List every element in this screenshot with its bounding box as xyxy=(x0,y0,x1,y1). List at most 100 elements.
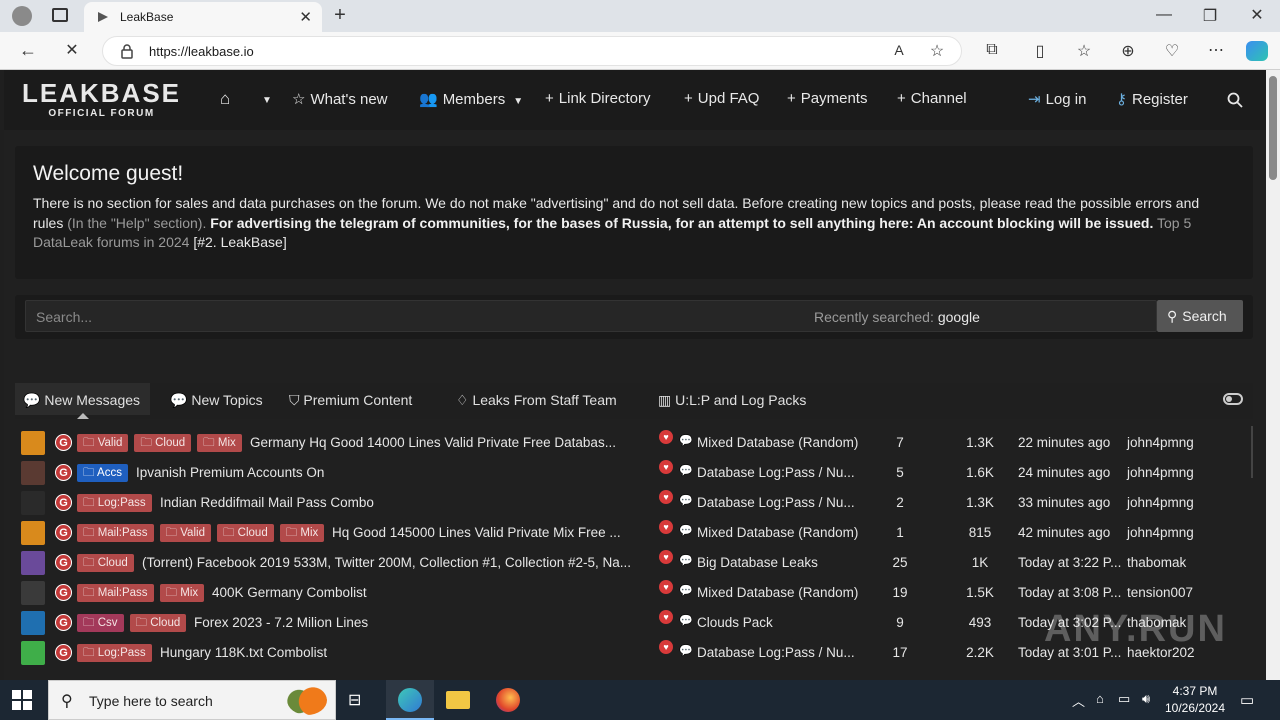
table-row[interactable]: G 🗀 Valid 🗀 Cloud 🗀 Mix Germany Hq Good 1400… xyxy=(15,428,1253,458)
tray-chevron-icon[interactable]: ︿ xyxy=(1072,691,1085,710)
site-logo[interactable]: LEAKBASE OFFICIAL FORUM xyxy=(22,80,181,119)
thread-tag[interactable]: 🗀 Cloud xyxy=(134,434,192,452)
tab-premium-content[interactable]: ⛉ Premium Content xyxy=(289,383,412,415)
home-dropdown-icon[interactable]: ▼ xyxy=(262,95,272,106)
last-post-time[interactable]: 42 minutes ago xyxy=(1018,525,1124,540)
more-menu-icon[interactable]: ⋯ xyxy=(1204,40,1228,60)
scrollbar-thumb[interactable] xyxy=(1269,76,1277,180)
avatar[interactable] xyxy=(21,641,45,665)
avatar[interactable] xyxy=(21,431,45,455)
thread-tag[interactable]: 🗀 Accs xyxy=(77,464,128,482)
forum-link[interactable]: Database Log:Pass / Nu... xyxy=(697,495,863,510)
last-poster[interactable]: john4pmng xyxy=(1127,525,1194,540)
help-section-link[interactable]: (In the "Help" section). xyxy=(67,215,206,231)
thread-tag[interactable]: 🗀 Mix xyxy=(159,584,205,602)
avatar[interactable] xyxy=(21,581,45,605)
taskbar-search[interactable]: ⚲ Type here to search xyxy=(48,680,336,720)
thread-title[interactable]: Indian Reddifmail Mail Pass Combo xyxy=(160,495,655,510)
stop-loading-icon[interactable]: ✕ xyxy=(60,40,84,60)
connection-icon[interactable]: ▭ xyxy=(1118,691,1130,707)
search-icon[interactable] xyxy=(1227,92,1243,108)
back-icon[interactable]: ← xyxy=(16,40,40,61)
search-input[interactable]: Search... Recently searched: google xyxy=(25,300,1157,332)
avatar[interactable] xyxy=(21,551,45,575)
thread-title[interactable]: 400K Germany Combolist xyxy=(212,585,655,600)
last-poster[interactable]: tension007 xyxy=(1127,585,1193,600)
extensions-icon[interactable]: ⧉ xyxy=(980,41,1004,59)
table-row[interactable]: G 🗀 Cloud (Torrent) Facebook 2019 533M, Tw… xyxy=(15,548,1253,578)
avatar[interactable] xyxy=(21,611,45,635)
new-tab-icon[interactable]: + xyxy=(328,4,352,27)
restore-icon[interactable]: ❐ xyxy=(1198,6,1222,26)
home-icon[interactable]: ⌂ xyxy=(220,89,230,109)
favorites-icon[interactable]: ☆ xyxy=(1072,41,1096,61)
last-poster[interactable]: john4pmng xyxy=(1127,435,1194,450)
windows-start-icon[interactable] xyxy=(12,690,32,710)
forum-link[interactable]: Clouds Pack xyxy=(697,615,863,630)
volume-icon[interactable]: 🔊︎ xyxy=(1142,691,1150,707)
forum-link[interactable]: Mixed Database (Random) xyxy=(697,435,863,450)
close-window-icon[interactable]: ✕ xyxy=(1245,5,1269,25)
avatar[interactable] xyxy=(21,491,45,515)
thread-tag[interactable]: 🗀 Csv xyxy=(77,614,124,632)
forum-link[interactable]: Mixed Database (Random) xyxy=(697,585,863,600)
file-explorer-icon[interactable] xyxy=(446,691,470,709)
thread-tag[interactable]: 🗀 Valid xyxy=(159,524,211,542)
nav-link-directory[interactable]: + Link Directory xyxy=(545,90,650,107)
last-post-time[interactable]: Today at 3:22 P... xyxy=(1018,555,1124,570)
nav-login[interactable]: ⇥ Log in xyxy=(1028,90,1086,108)
browser-tab[interactable]: LeakBase ✕ xyxy=(84,2,322,32)
nav-upd-faq[interactable]: + Upd FAQ xyxy=(684,90,759,107)
nav-register[interactable]: ⚷ Register xyxy=(1116,90,1188,108)
thread-title[interactable]: (Torrent) Facebook 2019 533M, Twitter 20… xyxy=(142,555,655,570)
nav-whats-new[interactable]: ☆ What's new xyxy=(292,90,388,108)
favorite-star-icon[interactable]: ☆ xyxy=(925,41,949,61)
forum-link[interactable]: Database Log:Pass / Nu... xyxy=(697,465,863,480)
tab-close-icon[interactable]: ✕ xyxy=(299,8,312,26)
table-row[interactable]: G 🗀 Mail:Pass 🗀 Mix 400K Germany Combolist ♥… xyxy=(15,578,1253,608)
page-scrollbar[interactable] xyxy=(1266,70,1280,680)
thread-title[interactable]: Ipvanish Premium Accounts On xyxy=(136,465,655,480)
avatar[interactable] xyxy=(21,521,45,545)
table-row[interactable]: G 🗀 Log:Pass Indian Reddifmail Mail Pass C… xyxy=(15,488,1253,518)
last-post-time[interactable]: 33 minutes ago xyxy=(1018,495,1124,510)
last-poster[interactable]: john4pmng xyxy=(1127,495,1194,510)
read-aloud-icon[interactable]: A xyxy=(887,42,911,58)
tab-ulp-log-packs[interactable]: ▥ U:L:P and Log Packs xyxy=(658,383,806,415)
thread-tag[interactable]: 🗀 Cloud xyxy=(129,614,187,632)
forum-link[interactable]: Big Database Leaks xyxy=(697,555,863,570)
minimize-icon[interactable]: — xyxy=(1152,6,1176,24)
split-screen-icon[interactable]: ▯ xyxy=(1028,41,1052,61)
tab-actions-icon[interactable] xyxy=(52,8,68,22)
tab-staff-leaks[interactable]: ♢ Leaks From Staff Team xyxy=(456,383,617,415)
thread-tag[interactable]: 🗀 Cloud xyxy=(216,524,274,542)
thread-tag[interactable]: 🗀 Mail:Pass xyxy=(77,524,154,542)
last-post-time[interactable]: 22 minutes ago xyxy=(1018,435,1124,450)
network-icon[interactable]: ⌂ xyxy=(1096,691,1104,706)
thread-tag[interactable]: 🗀 Mix xyxy=(279,524,325,542)
forum-link[interactable]: Mixed Database (Random) xyxy=(697,525,863,540)
last-post-time[interactable]: 24 minutes ago xyxy=(1018,465,1124,480)
tab-new-messages[interactable]: 💬 New Messages xyxy=(15,383,151,419)
copilot-icon[interactable] xyxy=(1246,41,1268,61)
taskbar-clock[interactable]: 4:37 PM 10/26/2024 xyxy=(1160,683,1230,717)
firefox-icon[interactable] xyxy=(496,688,520,712)
forum-link[interactable]: Database Log:Pass / Nu... xyxy=(697,645,863,660)
address-bar[interactable]: https://leakbase.io A ☆ xyxy=(102,36,962,66)
feed-toggle[interactable] xyxy=(1223,393,1243,405)
table-row[interactable]: G 🗀 Mail:Pass 🗀 Valid 🗀 Cloud 🗀 Mix Hq Good 1… xyxy=(15,518,1253,548)
thread-title[interactable]: Hq Good 145000 Lines Valid Private Mix F… xyxy=(332,525,655,540)
thread-tag[interactable]: 🗀 Log:Pass xyxy=(77,644,152,662)
nav-members[interactable]: 👥 Members ▼ xyxy=(419,90,523,108)
last-poster[interactable]: john4pmng xyxy=(1127,465,1194,480)
task-view-icon[interactable]: ⊟ xyxy=(348,690,372,714)
avatar[interactable] xyxy=(21,461,45,485)
thread-tag[interactable]: 🗀 Log:Pass xyxy=(77,494,152,512)
last-post-time[interactable]: Today at 3:08 P... xyxy=(1018,585,1124,600)
nav-channel[interactable]: + Channel xyxy=(897,90,967,107)
recent-term[interactable]: google xyxy=(938,309,980,325)
search-button[interactable]: ⚲ Search xyxy=(1157,300,1243,332)
thread-title[interactable]: Forex 2023 - 7.2 Milion Lines xyxy=(194,615,655,630)
table-row[interactable]: G 🗀 Accs Ipvanish Premium Accounts On ♥ 💬 Dat… xyxy=(15,458,1253,488)
performance-icon[interactable]: ♡ xyxy=(1160,41,1184,61)
